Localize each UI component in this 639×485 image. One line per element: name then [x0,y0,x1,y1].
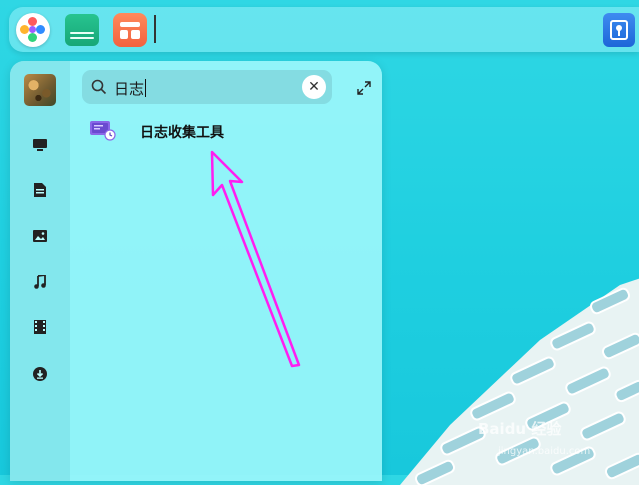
top-dock [9,7,639,52]
text-caret [145,79,147,97]
notification-tray-button[interactable] [601,12,637,48]
clear-search-button[interactable]: ✕ [302,75,326,99]
close-icon: ✕ [308,79,320,95]
file-manager-button[interactable] [64,12,100,48]
dock-separator [154,15,156,43]
launcher-panel: 日志 ✕ 日志收集工具 [10,61,382,481]
picture-icon[interactable] [32,228,48,244]
file-manager-icon [65,14,99,46]
app-store-icon [113,13,147,47]
fullscreen-expand-icon[interactable] [356,80,372,96]
computer-icon[interactable] [32,137,48,153]
document-icon[interactable] [32,182,48,198]
search-input[interactable]: 日志 [114,78,147,99]
watermark-text: Baidu 经验 [478,420,562,438]
log-collector-icon [90,121,116,141]
user-avatar[interactable] [24,74,56,106]
watermark-subtext: jingyan.baidu.com [498,446,591,457]
notification-tray-icon [603,13,635,47]
video-icon[interactable] [32,319,48,335]
launcher-icon [16,13,50,47]
download-icon[interactable] [32,366,48,382]
music-icon[interactable] [32,274,48,290]
app-store-button[interactable] [112,12,148,48]
search-result-item[interactable]: 日志收集工具 [82,116,372,146]
search-box[interactable]: 日志 ✕ [82,70,332,104]
launcher-sidebar [10,61,70,481]
search-icon [91,79,107,95]
search-result-label: 日志收集工具 [140,125,224,141]
launcher-button[interactable] [15,12,51,48]
